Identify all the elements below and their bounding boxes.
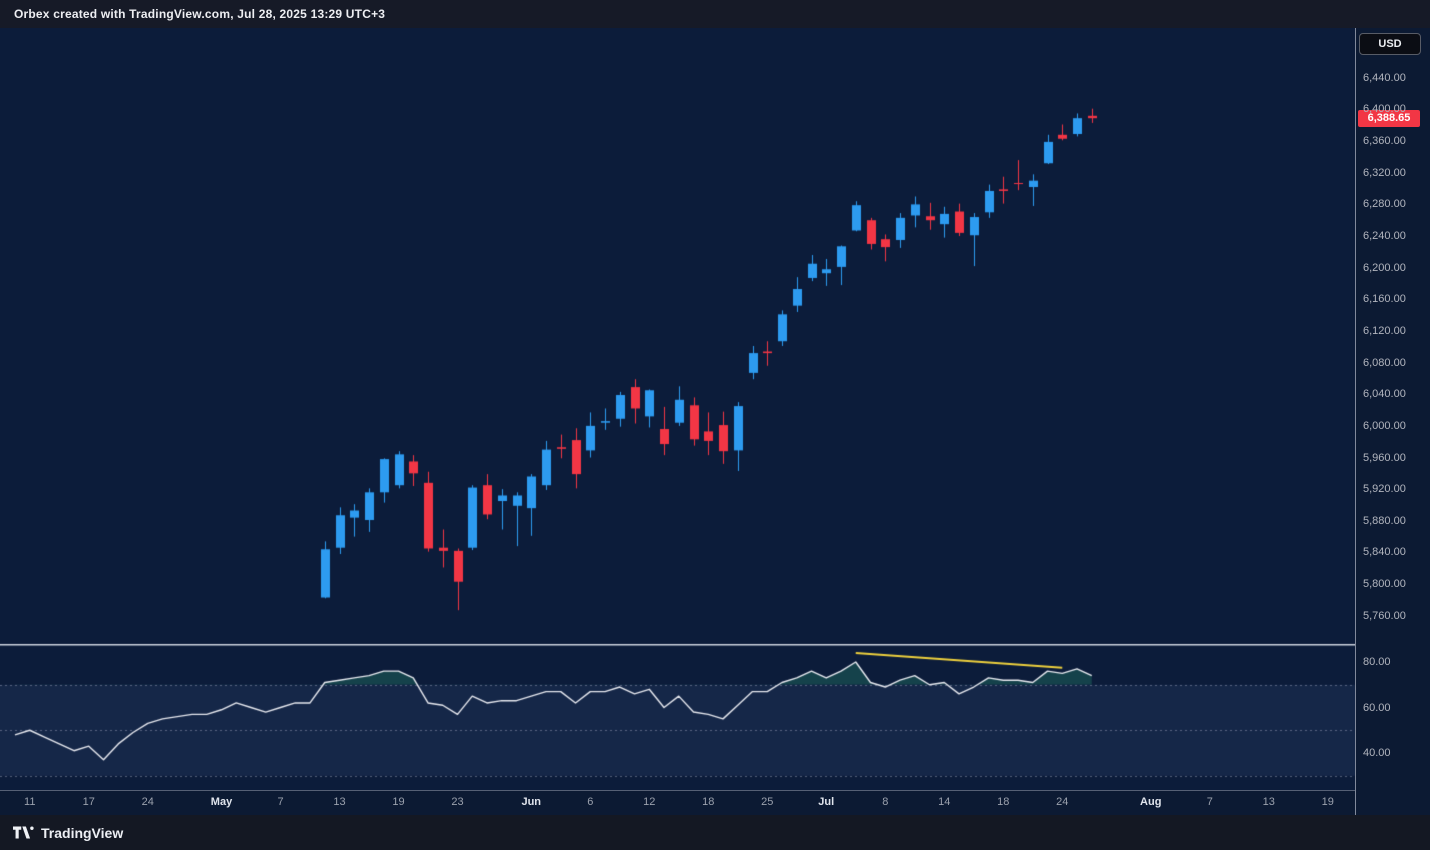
rsi-axis-label: 40.00 — [1363, 747, 1391, 759]
rsi-axis-label: 80.00 — [1363, 656, 1391, 668]
price-axis-label: 6,240.00 — [1363, 230, 1406, 242]
price-axis-label: 5,840.00 — [1363, 546, 1406, 558]
time-axis-label: 13 — [318, 796, 362, 809]
time-axis-label: 6 — [568, 796, 612, 809]
chart-title: Orbex created with TradingView.com, Jul … — [14, 7, 385, 21]
price-axis-label: 6,280.00 — [1363, 198, 1406, 210]
price-axis-label: 6,200.00 — [1363, 262, 1406, 274]
price-axis-label: 6,160.00 — [1363, 293, 1406, 305]
bottom-bar: TradingView — [0, 815, 1430, 850]
tradingview-logo[interactable]: TradingView — [13, 825, 123, 841]
price-axis-label: 6,000.00 — [1363, 420, 1406, 432]
time-axis-label: 14 — [922, 796, 966, 809]
price-axis-label: 6,440.00 — [1363, 72, 1406, 84]
time-axis-label: 7 — [259, 796, 303, 809]
time-axis-label: 13 — [1247, 796, 1291, 809]
price-axis-label: 5,920.00 — [1363, 483, 1406, 495]
time-axis-label: 8 — [863, 796, 907, 809]
time-axis-label: 17 — [67, 796, 111, 809]
trading-chart-app: Orbex created with TradingView.com, Jul … — [0, 0, 1430, 850]
price-axis-label: 5,800.00 — [1363, 578, 1406, 590]
chart-area[interactable] — [0, 28, 1355, 790]
time-axis-label: 19 — [377, 796, 421, 809]
time-axis-label: 12 — [627, 796, 671, 809]
price-axis-label: 6,400.00 — [1363, 103, 1406, 115]
time-axis[interactable]: 11 17 24 May 7 13 19 23 Jun 6 12 18 25 Jul 8 14 18 24 Aug 7… — [0, 790, 1355, 815]
currency-button[interactable]: USD — [1359, 33, 1421, 55]
price-axis-label: 6,320.00 — [1363, 167, 1406, 179]
price-axis-label: 5,760.00 — [1363, 610, 1406, 622]
time-axis-label: 24 — [126, 796, 170, 809]
time-axis-label: 24 — [1040, 796, 1084, 809]
chart-canvas[interactable] — [0, 28, 1355, 790]
price-axis-label: 5,880.00 — [1363, 515, 1406, 527]
time-axis-label: 7 — [1188, 796, 1232, 809]
tradingview-logo-text: TradingView — [41, 825, 123, 841]
header-bar: Orbex created with TradingView.com, Jul … — [0, 0, 1430, 28]
time-axis-label: 11 — [8, 796, 52, 809]
time-axis-label: 18 — [686, 796, 730, 809]
time-axis-label: 25 — [745, 796, 789, 809]
time-axis-month-label: Jul — [804, 796, 848, 809]
time-axis-label: 18 — [981, 796, 1025, 809]
price-axis-label: 6,080.00 — [1363, 357, 1406, 369]
time-axis-month-label: Jun — [509, 796, 553, 809]
time-axis-month-label: May — [200, 796, 244, 809]
time-axis-label: 23 — [436, 796, 480, 809]
price-axis-label: 6,040.00 — [1363, 388, 1406, 400]
price-axis-label: 6,120.00 — [1363, 325, 1406, 337]
price-axis-label: 5,960.00 — [1363, 452, 1406, 464]
time-axis-month-label: Aug — [1129, 796, 1173, 809]
price-axis-label: 6,360.00 — [1363, 135, 1406, 147]
rsi-axis-label: 60.00 — [1363, 702, 1391, 714]
time-axis-label: 19 — [1306, 796, 1350, 809]
price-axis[interactable]: USD 6,388.65 6,440.006,400.006,360.006,3… — [1355, 28, 1430, 815]
tradingview-logo-icon — [13, 826, 34, 839]
